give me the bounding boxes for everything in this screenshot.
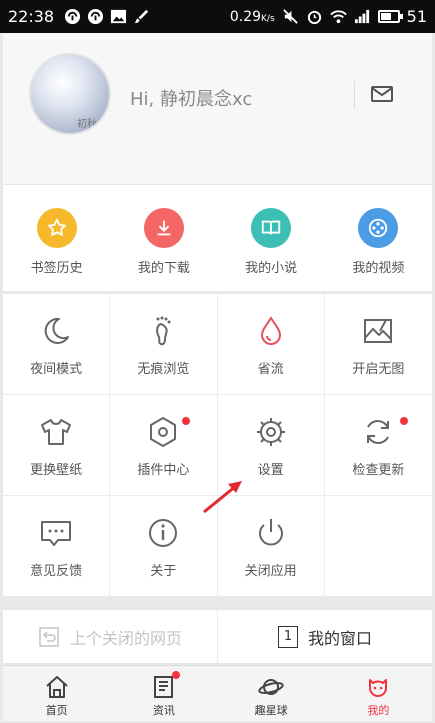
refresh-icon: [367, 420, 390, 444]
home-icon: [45, 676, 68, 698]
news-badge: [172, 671, 181, 679]
my-windows-label: 我的窗口: [307, 628, 372, 648]
planet-icon: [258, 679, 284, 695]
reopen-label: 上个关闭的网页: [69, 628, 182, 648]
tab-planet[interactable]: 趣星球: [218, 666, 325, 721]
new-badge: [399, 417, 408, 425]
item-label: 插件中心: [137, 463, 190, 478]
signal-icon: [354, 9, 369, 24]
book-icon: [251, 208, 292, 248]
status-time: 22:38: [8, 7, 55, 26]
tab-label: 资讯: [152, 704, 175, 717]
my-windows-button[interactable]: 1 我的窗口: [218, 610, 432, 663]
item-label: 夜间模式: [30, 362, 83, 377]
feedback-button[interactable]: 意见反馈: [3, 496, 111, 597]
gear-icon: [256, 418, 285, 446]
alarm-icon: [307, 10, 321, 25]
film-reel-icon: [358, 208, 399, 248]
drop-icon: [260, 316, 281, 345]
net-speed: 0.29: [229, 8, 262, 25]
profile-icon: [369, 679, 388, 697]
notification-icon: [65, 8, 81, 25]
footprint-icon: [156, 316, 171, 346]
tab-label: 首页: [45, 704, 68, 717]
item-label: 检查更新: [352, 463, 405, 478]
avatar[interactable]: 初秋: [29, 53, 111, 135]
tab-home[interactable]: 首页: [3, 666, 110, 721]
night-mode-button[interactable]: 夜间模式: [3, 294, 111, 395]
item-label: 我的视频: [352, 261, 405, 276]
power-icon: [258, 519, 283, 546]
user-greeting[interactable]: Hi, 静初晨念xc: [130, 85, 252, 111]
battery-level: 51: [406, 7, 427, 26]
avatar-caption: 初秋: [77, 119, 97, 130]
profile-divider: [354, 81, 355, 109]
downloads-button[interactable]: 我的下载: [110, 185, 217, 291]
tab-label: 我的: [367, 704, 390, 717]
new-badge: [182, 417, 191, 425]
hexagon-icon: [150, 417, 177, 447]
wifi-icon: [329, 10, 347, 24]
check-update-button[interactable]: 检查更新: [324, 395, 432, 496]
tshirt-icon: [41, 419, 72, 445]
item-label: 关闭应用: [244, 564, 297, 579]
item-label: 开启无图: [352, 362, 405, 377]
item-label: 无痕浏览: [137, 362, 190, 377]
data-saver-button[interactable]: 省流: [217, 294, 325, 395]
feature-grid: 夜间模式 无痕浏览 省流 开启无图 更换壁纸 插件中心 设置 检查更新 意见反馈…: [3, 294, 432, 597]
notification-icon: [88, 8, 104, 25]
tab-news[interactable]: 资讯: [110, 666, 217, 721]
no-image-icon: [364, 319, 393, 343]
bookmarks-history-button[interactable]: 书签历史: [3, 185, 110, 291]
annotation-arrow-icon: [203, 481, 242, 514]
item-label: 关于: [150, 564, 177, 579]
window-count-icon: 1: [277, 625, 298, 648]
reopen-closed-page-button[interactable]: 上个关闭的网页: [3, 610, 218, 663]
battery-icon: [377, 10, 403, 23]
download-icon: [143, 208, 184, 248]
brush-icon: [134, 9, 149, 24]
item-label: 我的下载: [137, 261, 190, 276]
videos-button[interactable]: 我的视频: [325, 185, 432, 291]
incognito-button[interactable]: 无痕浏览: [110, 294, 218, 395]
item-label: 更换壁纸: [30, 463, 83, 478]
mail-icon[interactable]: [370, 83, 394, 105]
profile-card[interactable]: 初秋 Hi, 静初晨念xc: [3, 33, 432, 184]
item-label: 书签历史: [30, 261, 83, 276]
tab-me[interactable]: 我的: [325, 666, 432, 721]
item-label: 设置: [257, 463, 284, 478]
empty-cell: [324, 496, 432, 597]
change-wallpaper-button[interactable]: 更换壁纸: [3, 395, 111, 496]
no-image-mode-button[interactable]: 开启无图: [324, 294, 432, 395]
item-label: 意见反馈: [30, 564, 83, 579]
bottom-actions: 上个关闭的网页 1 我的窗口: [3, 610, 432, 663]
image-icon: [111, 9, 127, 24]
item-label: 我的小说: [245, 261, 298, 276]
status-bar: 22:38 0.29K/s 51: [0, 0, 435, 33]
info-icon: [149, 519, 178, 547]
moon-icon: [44, 317, 70, 344]
chat-icon: [41, 521, 72, 546]
net-unit: K/s: [261, 13, 275, 24]
mute-icon: [282, 9, 298, 24]
bottom-tab-bar: 首页 资讯 趣星球 我的: [3, 665, 432, 721]
tab-label: 趣星球: [254, 704, 288, 717]
item-label: 省流: [257, 362, 284, 377]
novels-button[interactable]: 我的小说: [218, 185, 325, 291]
star-icon: [36, 208, 77, 248]
undo-icon: [39, 626, 59, 647]
quick-access-row: 书签历史 我的下载 我的小说 我的视频: [3, 185, 432, 291]
